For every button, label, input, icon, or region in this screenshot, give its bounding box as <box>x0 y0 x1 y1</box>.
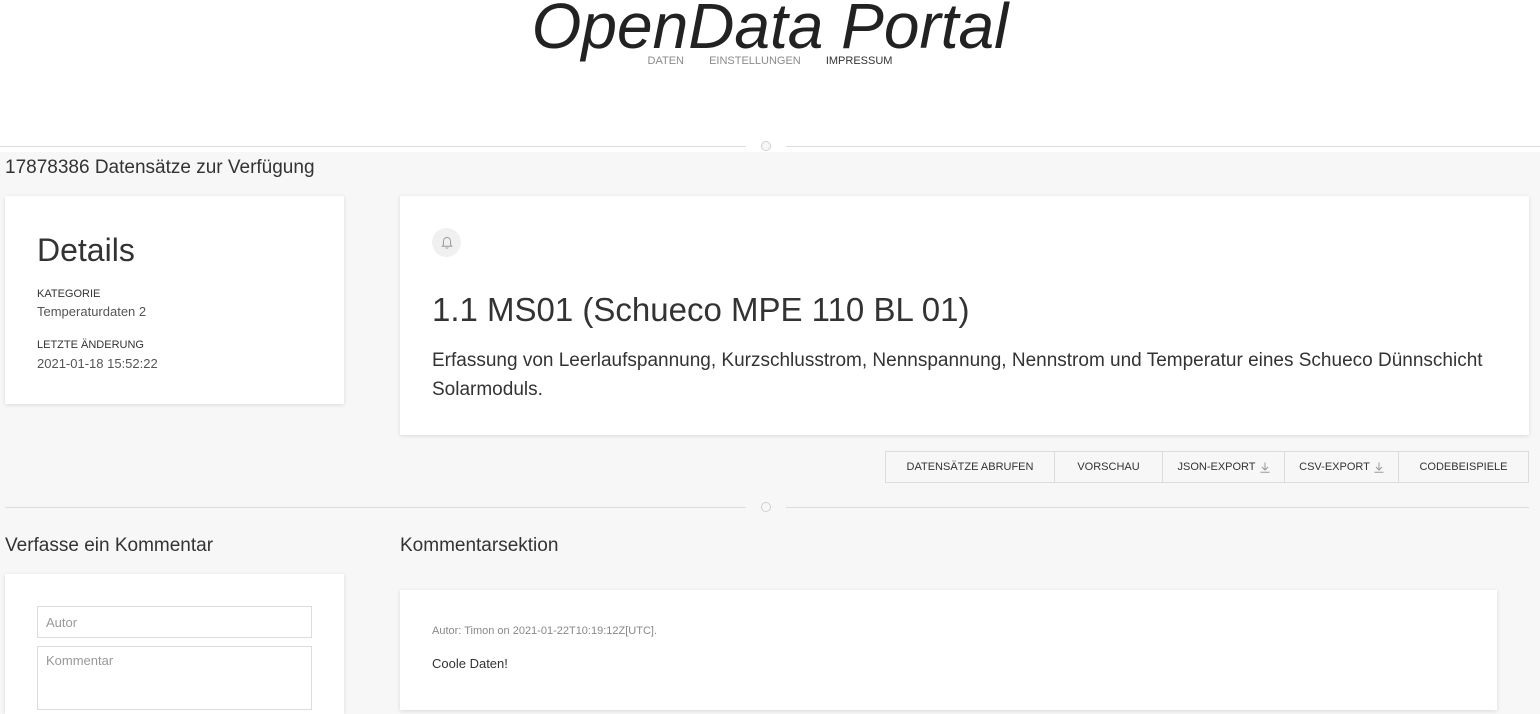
page-header: OpenData Portal DATEN EINSTELLUNGEN IMPR… <box>0 0 1540 152</box>
author-input[interactable] <box>37 606 312 638</box>
divider-circle-icon <box>761 502 771 512</box>
download-icon <box>1374 462 1384 473</box>
json-export-button[interactable]: JSON-EXPORT <box>1163 452 1285 482</box>
dataset-actions-toolbar: DATENSÄTZE ABRUFEN VORSCHAU JSON-EXPORT … <box>885 451 1529 483</box>
dataset-card: 1.1 MS01 (Schueco MPE 110 BL 01) Erfassu… <box>400 196 1529 435</box>
nav-item-daten[interactable]: DATEN <box>648 54 684 68</box>
download-icon <box>1260 462 1270 473</box>
bell-icon <box>440 236 453 249</box>
main-nav: DATEN EINSTELLUNGEN IMPRESSUM <box>0 54 1540 68</box>
csv-export-button[interactable]: CSV-EXPORT <box>1285 452 1399 482</box>
dataset-count: 17878386 Datensätze zur Verfügung <box>5 157 315 178</box>
preview-label: VORSCHAU <box>1077 461 1140 473</box>
json-export-label: JSON-EXPORT <box>1177 461 1256 473</box>
last-change-value: 2021-01-18 15:52:22 <box>37 356 158 371</box>
section-divider <box>786 507 1529 508</box>
comment-section-title: Kommentarsektion <box>400 535 559 556</box>
last-change-label: LETZTE ÄNDERUNG <box>37 339 144 351</box>
dataset-description: Erfassung von Leerlaufspannung, Kurzschl… <box>432 350 1483 400</box>
section-divider <box>786 146 1540 147</box>
fetch-datasets-label: DATENSÄTZE ABRUFEN <box>906 461 1034 473</box>
category-value: Temperaturdaten 2 <box>37 304 147 319</box>
preview-button[interactable]: VORSCHAU <box>1055 452 1163 482</box>
comment-meta: Autor: Timon on 2021-01-22T10:19:12Z[UTC… <box>432 625 658 637</box>
section-divider <box>5 507 746 508</box>
comment-text: Coole Daten! <box>432 656 508 671</box>
dataset-title: 1.1 MS01 (Schueco MPE 110 BL 01) <box>432 291 970 328</box>
comment-textarea[interactable] <box>37 646 312 710</box>
nav-item-einstellungen[interactable]: EINSTELLUNGEN <box>709 54 801 68</box>
comment-form-card <box>5 574 344 714</box>
divider-circle-icon <box>761 141 771 151</box>
comment-card: Autor: Timon on 2021-01-22T10:19:12Z[UTC… <box>400 590 1497 710</box>
nav-item-impressum[interactable]: IMPRESSUM <box>826 54 893 68</box>
details-card: Details KATEGORIE Temperaturdaten 2 LETZ… <box>5 196 344 404</box>
category-label: KATEGORIE <box>37 288 101 300</box>
details-title: Details <box>37 232 135 268</box>
comment-form-title: Verfasse ein Kommentar <box>5 535 214 556</box>
fetch-datasets-button[interactable]: DATENSÄTZE ABRUFEN <box>886 452 1055 482</box>
code-examples-button[interactable]: CODEBEISPIELE <box>1399 452 1528 482</box>
code-examples-label: CODEBEISPIELE <box>1419 461 1508 473</box>
section-divider <box>0 146 746 147</box>
subscribe-button[interactable] <box>432 228 461 257</box>
csv-export-label: CSV-EXPORT <box>1299 461 1370 473</box>
